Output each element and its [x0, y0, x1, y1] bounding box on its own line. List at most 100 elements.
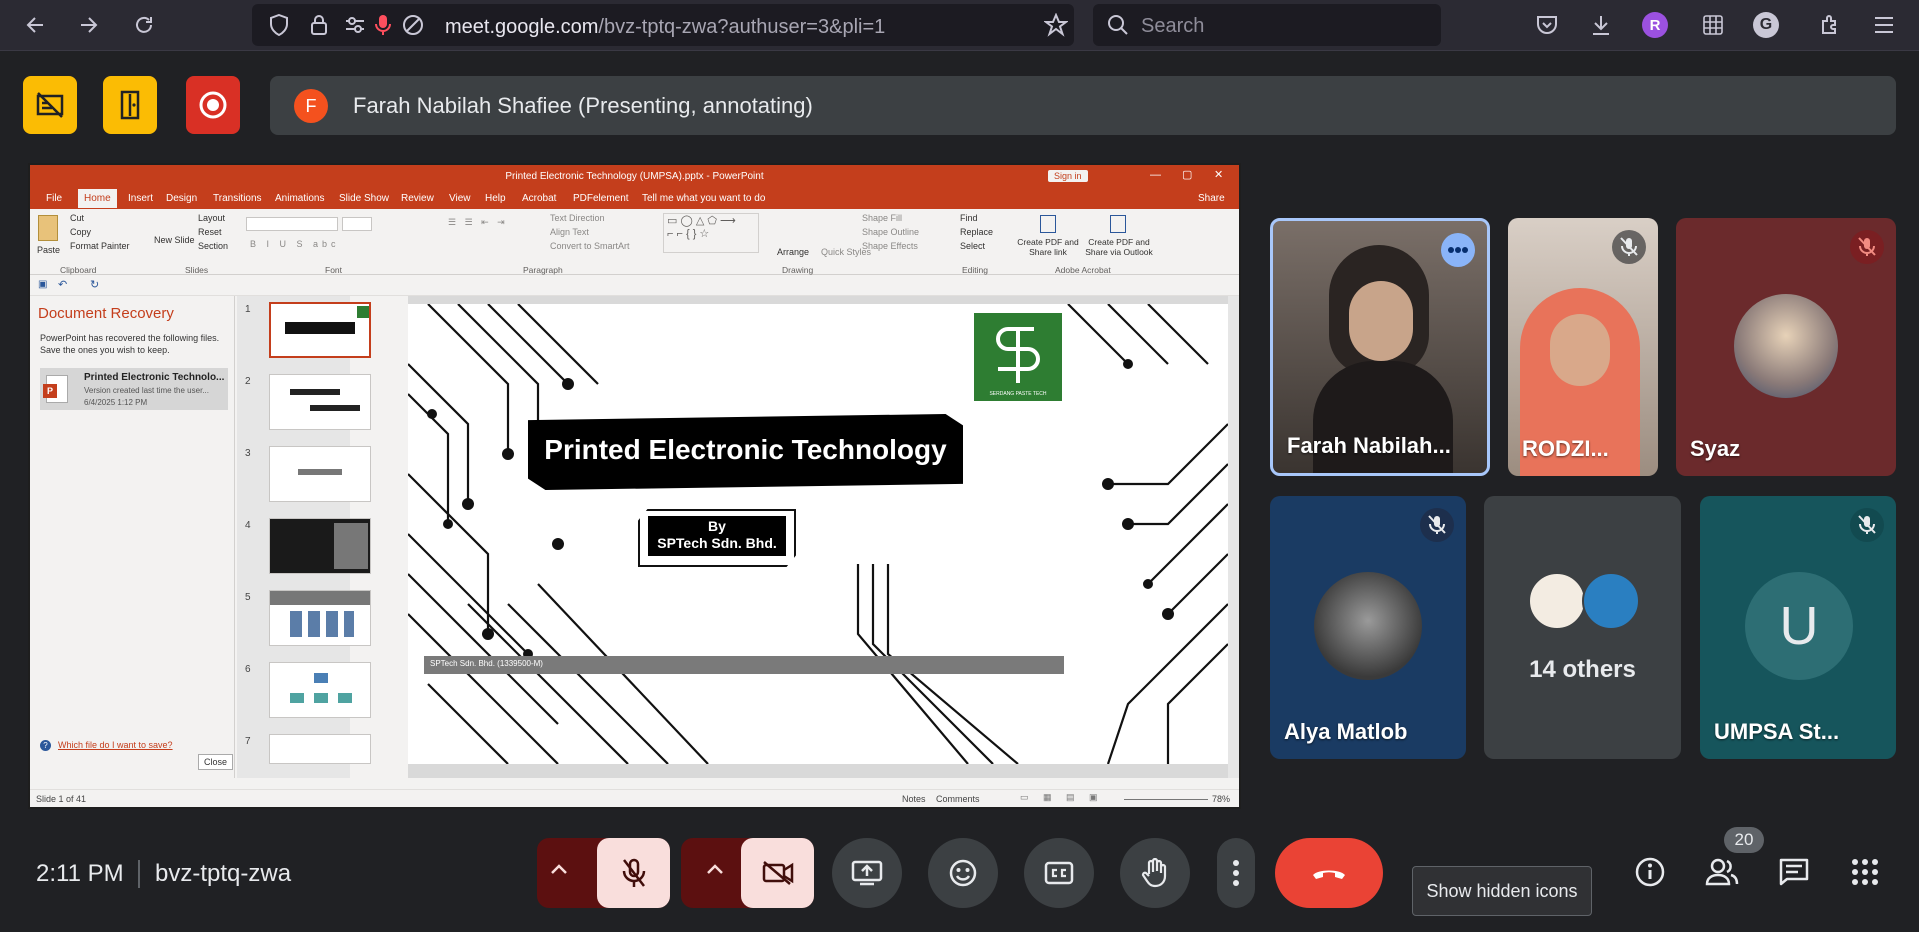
meeting-code[interactable]: bvz-tptq-zwa [155, 860, 291, 888]
slide-vertical-scrollbar[interactable] [1228, 296, 1239, 778]
companion-mode-button[interactable] [103, 76, 157, 134]
select-button[interactable]: Select [960, 241, 985, 251]
recording-button[interactable] [186, 76, 240, 134]
tab-transitions[interactable]: Transitions [213, 193, 262, 204]
close-window-icon[interactable]: ✕ [1214, 168, 1223, 181]
shapes-gallery[interactable]: ▭ ◯ △ ⬠ ⟶ ⌐ ⌐ { } ☆ [663, 213, 759, 253]
create-pdf-outlook-button[interactable]: Create PDF and Share via Outlook [1082, 237, 1156, 257]
notes-button[interactable]: Notes [902, 794, 926, 804]
camera-toggle-button[interactable] [741, 838, 814, 908]
paste-button[interactable]: Paste [37, 245, 60, 255]
thumbnail-slide-6[interactable] [269, 662, 371, 718]
sign-in-button[interactable]: Sign in [1048, 170, 1088, 182]
microphone-toggle-button[interactable] [597, 838, 670, 908]
people-button[interactable] [1700, 850, 1744, 894]
format-painter-button[interactable]: Format Painter [70, 241, 130, 251]
create-pdf-share-link-button[interactable]: Create PDF and Share link [1015, 237, 1081, 257]
font-size-box[interactable] [342, 217, 372, 231]
forward-icon[interactable] [71, 8, 105, 42]
reload-icon[interactable] [127, 8, 161, 42]
bookmark-star-icon[interactable] [1039, 8, 1073, 42]
download-icon[interactable] [1584, 8, 1618, 42]
leave-call-button[interactable] [1275, 838, 1383, 908]
copy-button[interactable]: Copy [70, 227, 91, 237]
tab-pdfelement[interactable]: PDFelement [573, 193, 629, 204]
arrange-button[interactable]: Arrange [777, 247, 809, 257]
comments-button[interactable]: Comments [936, 794, 980, 804]
find-button[interactable]: Find [960, 213, 978, 223]
font-name-box[interactable] [246, 217, 338, 231]
minimize-icon[interactable]: — [1150, 169, 1161, 181]
participant-tile-syaz[interactable]: Syaz [1676, 218, 1896, 476]
present-screen-button[interactable] [832, 838, 902, 908]
font-format-buttons[interactable]: B I U S abc [250, 239, 340, 249]
thumbnail-slide-3[interactable] [269, 446, 371, 502]
new-slide-button[interactable]: New Slide [154, 235, 195, 245]
which-file-link[interactable]: Which file do I want to save? [58, 740, 173, 750]
thumbnail-slide-4[interactable] [269, 518, 371, 574]
save-icon[interactable]: ▣ [38, 279, 47, 290]
convert-smartart-button[interactable]: Convert to SmartArt [550, 241, 630, 251]
section-button[interactable]: Section [198, 241, 228, 251]
recovered-file-item[interactable]: P Printed Electronic Technolo... Version… [40, 368, 228, 410]
zoom-slider[interactable] [1124, 799, 1208, 800]
participant-tile-umpsa[interactable]: U UMPSA St... [1700, 496, 1896, 759]
recovery-close-button[interactable]: Close [198, 754, 234, 770]
menu-icon[interactable] [1867, 8, 1901, 42]
url-text[interactable]: meet.google.com/bvz-tptq-zwa?authuser=3&… [445, 16, 885, 39]
thumbnail-slide-7[interactable] [269, 734, 371, 764]
shape-effects-button[interactable]: Shape Effects [862, 241, 918, 251]
align-text-button[interactable]: Align Text [550, 227, 589, 237]
redo-icon[interactable]: ↻ [90, 278, 99, 291]
raise-hand-button[interactable] [1120, 838, 1190, 908]
shape-outline-button[interactable]: Shape Outline [862, 227, 919, 237]
tab-acrobat[interactable]: Acrobat [522, 193, 556, 204]
microphone-active-icon[interactable] [366, 8, 400, 42]
audio-options-chevron-icon[interactable] [550, 862, 568, 880]
tab-slide-show[interactable]: Slide Show [339, 193, 389, 204]
tab-home[interactable]: Home [78, 189, 117, 208]
participant-tile-others[interactable]: 14 others [1484, 496, 1681, 759]
more-options-button[interactable] [1217, 838, 1255, 908]
zoom-level[interactable]: 78% [1212, 794, 1230, 804]
participant-tile-rodzi[interactable]: RODZI... [1508, 218, 1658, 476]
url-bar[interactable]: meet.google.com/bvz-tptq-zwa?authuser=3&… [252, 4, 1074, 46]
cut-button[interactable]: Cut [70, 213, 84, 223]
tab-design[interactable]: Design [166, 193, 197, 204]
text-direction-button[interactable]: Text Direction [550, 213, 605, 223]
lock-icon[interactable] [302, 8, 336, 42]
maximize-icon[interactable]: ▢ [1182, 168, 1192, 181]
list-buttons[interactable]: ☰ ☰ ⇤ ⇥ [448, 217, 508, 228]
camera-blocked-icon[interactable] [396, 8, 430, 42]
participant-tile-farah[interactable]: Farah Nabilah... [1270, 218, 1490, 476]
video-options-chevron-icon[interactable] [706, 862, 724, 880]
activities-button[interactable] [1843, 850, 1887, 894]
share-button[interactable]: Share [1198, 193, 1225, 204]
caption-off-button[interactable] [23, 76, 77, 134]
thumbnail-slide-2[interactable] [269, 374, 371, 430]
tab-file[interactable]: File [46, 193, 62, 204]
shield-icon[interactable] [262, 8, 296, 42]
tab-animations[interactable]: Animations [275, 193, 324, 204]
tell-me-search[interactable]: Tell me what you want to do [642, 193, 765, 204]
grammarly-icon[interactable]: G [1749, 8, 1783, 42]
emoji-reactions-button[interactable] [928, 838, 998, 908]
pocket-icon[interactable] [1530, 8, 1564, 42]
thumbnail-slide-5[interactable] [269, 590, 371, 646]
extensions-icon[interactable] [1813, 8, 1847, 42]
replace-button[interactable]: Replace [960, 227, 993, 237]
thumbnail-slide-1[interactable] [269, 302, 371, 358]
reset-button[interactable]: Reset [198, 227, 222, 237]
profile-avatar[interactable]: R [1638, 8, 1672, 42]
back-icon[interactable] [19, 8, 53, 42]
layout-button[interactable]: Layout [198, 213, 225, 223]
extension-grid-icon[interactable] [1696, 8, 1730, 42]
meeting-details-button[interactable] [1628, 850, 1672, 894]
tab-review[interactable]: Review [401, 193, 434, 204]
chat-button[interactable] [1772, 850, 1816, 894]
tab-view[interactable]: View [449, 193, 471, 204]
participant-tile-alya[interactable]: Alya Matlob [1270, 496, 1466, 759]
captions-button[interactable] [1024, 838, 1094, 908]
shape-fill-button[interactable]: Shape Fill [862, 213, 902, 223]
view-buttons[interactable]: ▭ ▦ ▤ ▣ [1020, 792, 1104, 803]
